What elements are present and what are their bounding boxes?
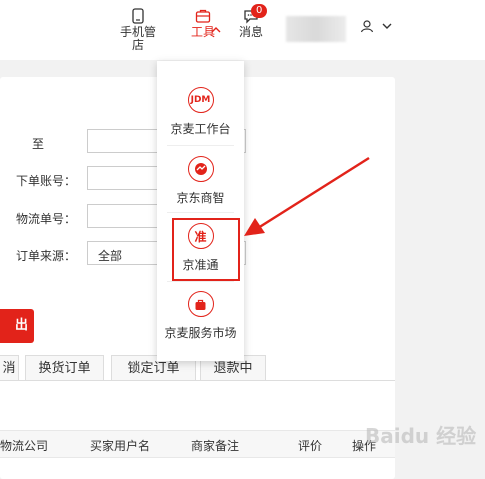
chevron-up-icon [211, 27, 221, 33]
phone-icon [132, 8, 144, 24]
user-icon [360, 19, 374, 32]
nav-tools[interactable]: 工具 [183, 8, 223, 39]
order-source-label: 订单来源： [15, 249, 76, 263]
tab-cancel[interactable]: 消 [0, 355, 19, 380]
dropdown-divider [167, 212, 234, 213]
order-source-value: 全部 [98, 249, 123, 263]
baidu-watermark: Baidu 经验 [365, 424, 477, 448]
logistics-number-input[interactable] [87, 204, 159, 228]
date-to-input[interactable] [87, 129, 159, 153]
jd-shangzhi-icon [187, 156, 214, 182]
toolbox-icon [195, 9, 211, 23]
logistics-number-label: 物流单号： [15, 212, 76, 226]
jdm-icon: JDM [187, 87, 214, 113]
order-table-header: 物流公司 买家用户名 商家备注 评价 操作 [0, 430, 395, 458]
order-account-input[interactable] [87, 166, 159, 190]
message-count-badge: 0 [251, 4, 268, 18]
date-to-label: 至 [31, 137, 44, 151]
service-market-icon [187, 291, 214, 317]
dropdown-item-jd-shangzhi[interactable]: 京东商智 [157, 156, 244, 206]
highlight-box [172, 218, 240, 281]
nav-phone-store[interactable]: 手机管店 [118, 8, 158, 52]
dropdown-item-service-market[interactable]: 京麦服务市场 [157, 291, 244, 341]
dropdown-item-jingmai-workbench[interactable]: JDM 京麦工作台 [157, 87, 244, 137]
nav-messages[interactable]: 消息 0 [237, 4, 268, 39]
export-button[interactable]: 出 [0, 309, 34, 343]
dropdown-item-label: 京麦服务市场 [164, 326, 237, 340]
dropdown-divider [167, 281, 234, 282]
col-merchant-note: 商家备注 [191, 439, 240, 453]
chevron-down-icon [382, 23, 392, 29]
tab-exchange-orders[interactable]: 换货订单 [25, 355, 104, 380]
dropdown-item-label: 京东商智 [176, 191, 225, 205]
col-logistics-company: 物流公司 [0, 439, 49, 453]
user-menu[interactable] [360, 18, 392, 33]
top-navigation-bar: 手机管店 工具 消息 0 [0, 0, 485, 60]
order-account-label: 下单账号： [15, 174, 76, 188]
dropdown-item-label: 京麦工作台 [170, 122, 231, 136]
tab-divider [0, 380, 395, 381]
col-buyer-username: 买家用户名 [90, 439, 151, 453]
nav-phone-store-label: 手机管店 [119, 25, 156, 52]
col-rating: 评价 [298, 439, 323, 453]
dropdown-divider [167, 145, 234, 146]
blurred-username [286, 16, 346, 42]
tools-dropdown: JDM 京麦工作台 京东商智 准 京准通 京麦服务市场 [157, 61, 244, 361]
nav-messages-label: 消息 [238, 25, 263, 39]
